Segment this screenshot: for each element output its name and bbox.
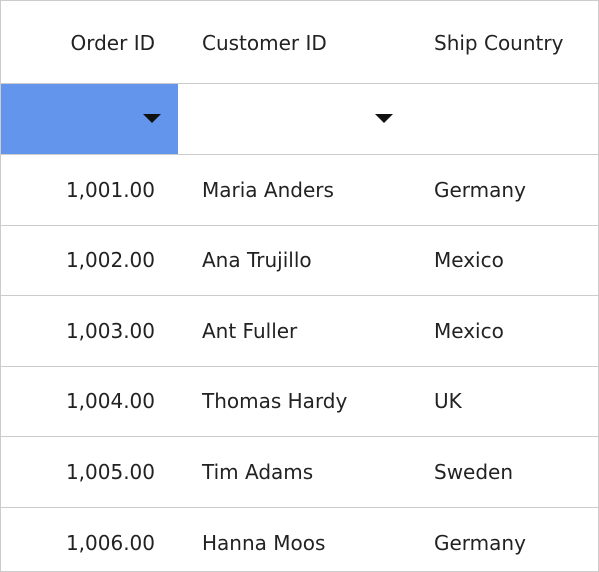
cell-order-id: 1,006.00 xyxy=(65,530,155,555)
cell-customer-id: Tim Adams xyxy=(202,459,314,484)
data-grid: Order ID Customer ID Ship Country 1,001.… xyxy=(0,0,599,572)
cell-customer-id: Ant Fuller xyxy=(202,318,298,343)
column-header-order-id[interactable]: Order ID xyxy=(1,1,178,83)
table-row[interactable]: 1,001.00 Maria Anders Germany xyxy=(1,155,598,226)
cell-customer-id: Hanna Moos xyxy=(202,530,326,555)
table-row[interactable]: 1,005.00 Tim Adams Sweden xyxy=(1,437,598,508)
column-header-label: Order ID xyxy=(70,31,156,55)
cell-ship-country: Mexico xyxy=(434,318,504,343)
column-header-ship-country[interactable]: Ship Country xyxy=(410,1,598,83)
table-row[interactable]: 1,003.00 Ant Fuller Mexico xyxy=(1,296,598,367)
cell-ship-country: Germany xyxy=(434,530,526,555)
cell-order-id: 1,003.00 xyxy=(65,318,155,343)
filter-cell-order-id[interactable] xyxy=(1,84,178,154)
table-row[interactable]: 1,002.00 Ana Trujillo Mexico xyxy=(1,226,598,296)
cell-ship-country: Germany xyxy=(434,177,526,202)
cell-customer-id: Maria Anders xyxy=(202,177,334,202)
filter-cell-customer-id[interactable] xyxy=(178,84,410,154)
filter-cell-ship-country[interactable] xyxy=(410,84,598,154)
cell-ship-country: Mexico xyxy=(434,248,504,273)
cell-ship-country: Sweden xyxy=(434,459,514,484)
dropdown-arrow-icon[interactable] xyxy=(143,114,161,123)
dropdown-arrow-icon[interactable] xyxy=(375,114,393,123)
column-header-label: Ship Country xyxy=(434,31,564,55)
table-row[interactable]: 1,006.00 Hanna Moos Germany xyxy=(1,508,598,572)
cell-ship-country: UK xyxy=(434,389,462,414)
cell-order-id: 1,005.00 xyxy=(65,459,155,484)
header-row: Order ID Customer ID Ship Country xyxy=(1,1,598,84)
cell-customer-id: Ana Trujillo xyxy=(202,248,312,273)
filter-row xyxy=(1,84,598,155)
cell-order-id: 1,002.00 xyxy=(65,248,155,273)
table-row[interactable]: 1,004.00 Thomas Hardy UK xyxy=(1,367,598,437)
cell-order-id: 1,001.00 xyxy=(65,177,155,202)
cell-order-id: 1,004.00 xyxy=(65,389,155,414)
column-header-label: Customer ID xyxy=(202,31,327,55)
cell-customer-id: Thomas Hardy xyxy=(202,389,348,414)
column-header-customer-id[interactable]: Customer ID xyxy=(178,1,410,83)
